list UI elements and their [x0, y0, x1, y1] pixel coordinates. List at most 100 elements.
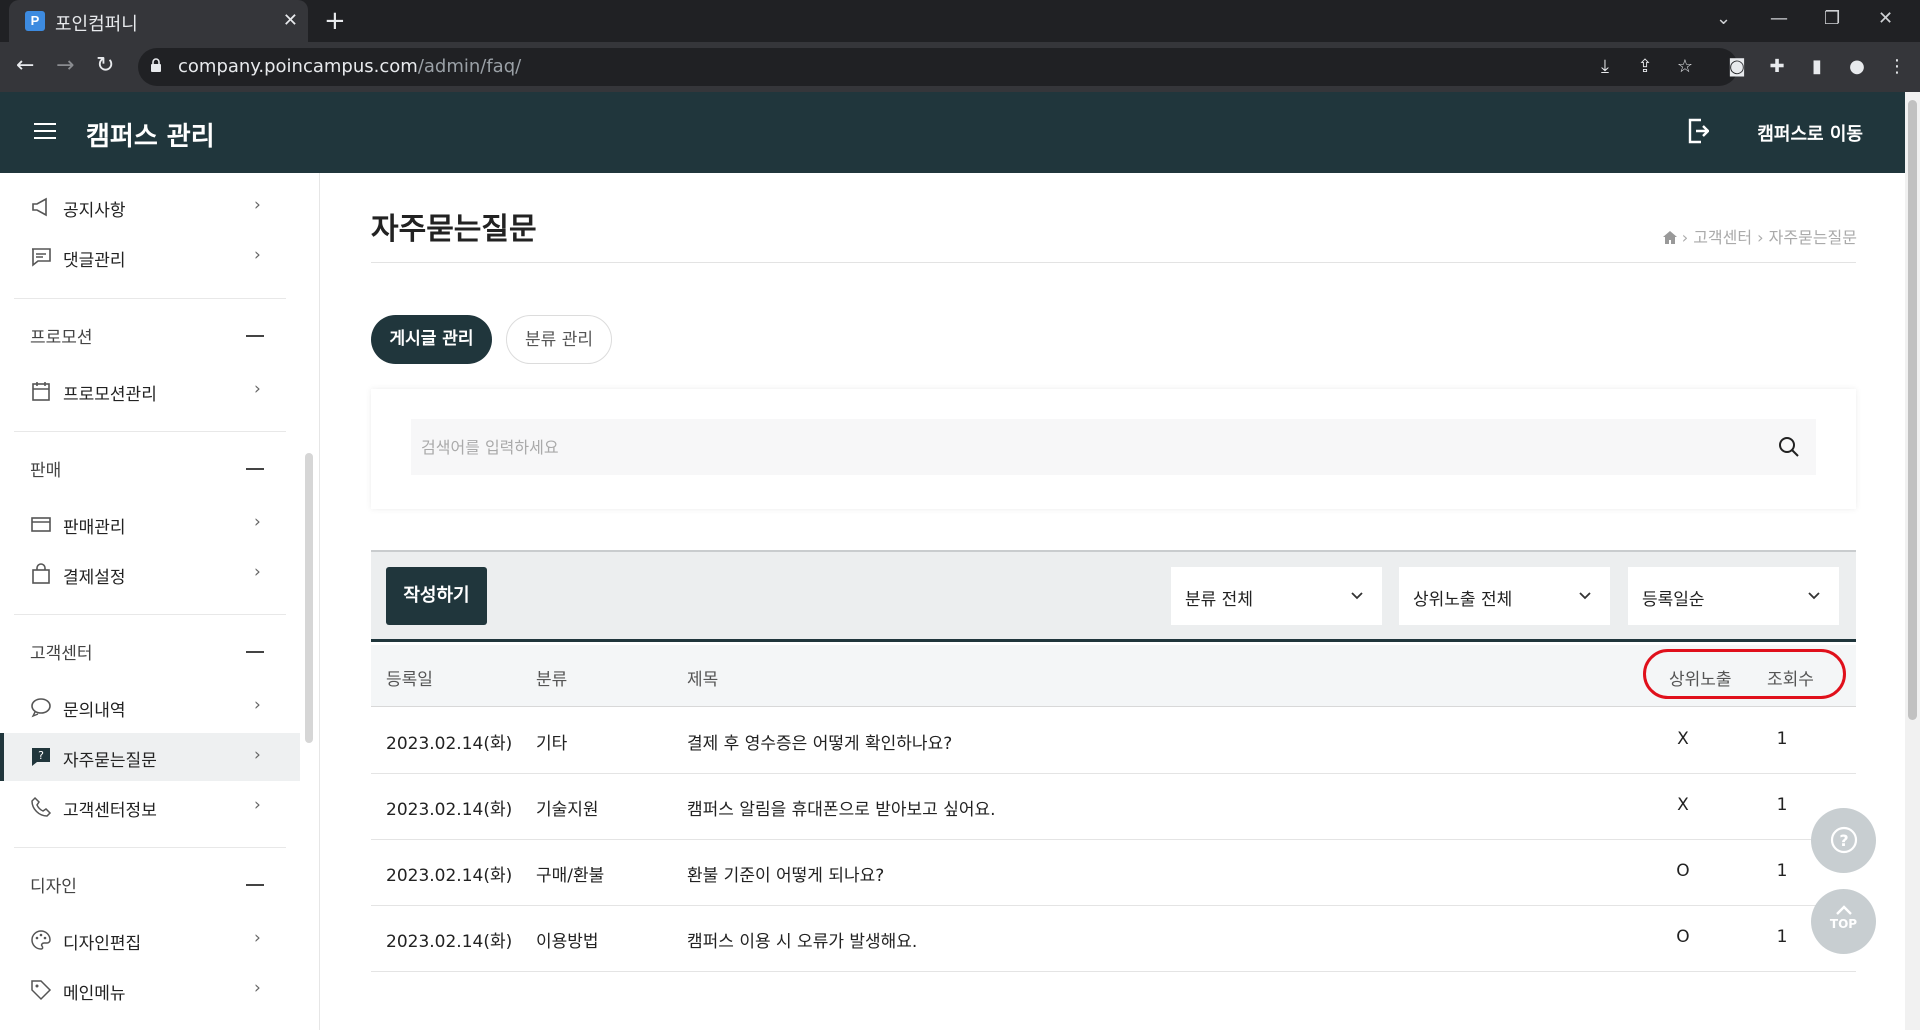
tab-posts[interactable]: 게시글 관리 [371, 315, 492, 364]
calendar-icon [32, 382, 50, 401]
svg-text:?: ? [38, 749, 44, 762]
exit-icon[interactable] [1687, 118, 1709, 144]
breadcrumb-item: 자주묻는질문 [1768, 228, 1857, 247]
hamburger-icon[interactable] [34, 123, 56, 141]
palette-icon [31, 930, 51, 950]
cell-top-exposure: O [1676, 861, 1690, 881]
sidebar-item-inquiries[interactable]: 문의내역 › [0, 683, 300, 731]
camera-icon[interactable]: ◙ [1726, 56, 1748, 78]
write-button[interactable]: 작성하기 [386, 567, 487, 625]
restore-icon[interactable]: ❐ [1824, 8, 1840, 29]
app-header: 캠퍼스 관리 캠퍼스로 이동 [0, 92, 1905, 173]
sidebar-item-design-edit[interactable]: 디자인편집 › [0, 916, 300, 964]
scrollbar-thumb[interactable] [1908, 100, 1917, 720]
cell-title[interactable]: 결제 후 영수증은 어떻게 확인하나요? [687, 729, 952, 754]
sidebar-group-promotion[interactable]: 프로모션 [30, 323, 93, 348]
page-scrollbar[interactable] [1905, 92, 1920, 1030]
table-row[interactable]: 2023.02.14(화) 이용방법 캠퍼스 이용 시 오류가 발생해요. O … [371, 906, 1856, 972]
tab-close-icon[interactable]: ✕ [283, 10, 298, 31]
chevron-right-icon: › [254, 512, 261, 532]
search-icon[interactable] [1777, 435, 1801, 459]
sidebar-item-label: 공지사항 [63, 201, 126, 221]
top-exposure-filter-select[interactable]: 상위노출 전체 [1399, 567, 1610, 625]
sidebar-item-sales-manage[interactable]: 판매관리 › [0, 500, 300, 548]
favicon-icon: P [25, 11, 45, 31]
table-row[interactable]: 2023.02.14(화) 구매/환불 환불 기준이 어떻게 되나요? O 1 [371, 840, 1856, 906]
side-panel-icon[interactable]: ▮ [1806, 56, 1828, 78]
minimize-icon[interactable]: — [1770, 8, 1788, 29]
cell-top-exposure: O [1676, 927, 1690, 947]
collapse-minus-icon[interactable] [246, 884, 264, 886]
chevron-up-icon [1835, 905, 1852, 915]
chevron-right-icon: › [254, 379, 261, 399]
chat-icon [31, 698, 51, 718]
table-row[interactable]: 2023.02.14(화) 기술지원 캠퍼스 알림을 휴대폰으로 받아보고 싶어… [371, 774, 1856, 840]
chevron-right-icon: › [254, 795, 261, 815]
install-icon[interactable]: ⤓ [1594, 56, 1616, 78]
cell-views: 1 [1776, 729, 1788, 749]
sidebar-scrollbar[interactable] [305, 453, 313, 743]
sidebar-item-comments[interactable]: 댓글관리 › [0, 233, 300, 281]
menu-kebab-icon[interactable]: ⋮ [1886, 56, 1908, 78]
forward-icon[interactable]: → [56, 53, 74, 78]
bookmark-star-icon[interactable]: ☆ [1674, 56, 1696, 78]
sort-select[interactable]: 등록일순 [1628, 567, 1839, 625]
cell-date: 2023.02.14(화) [386, 866, 513, 886]
sidebar-item-label: 자주묻는질문 [63, 751, 157, 771]
cell-title[interactable]: 캠퍼스 이용 시 오류가 발생해요. [687, 927, 917, 952]
collapse-minus-icon[interactable] [246, 335, 264, 337]
tab-title: 포인컴퍼니 [55, 14, 138, 35]
address-bar[interactable]: company.poincampus.com/admin/faq/ [138, 48, 1738, 86]
sidebar-group-design[interactable]: 디자인 [30, 872, 77, 897]
breadcrumb-item[interactable]: 고객센터 [1693, 228, 1752, 247]
help-button[interactable]: ? [1811, 808, 1876, 873]
collapse-minus-icon[interactable] [246, 651, 264, 653]
profile-icon[interactable]: ● [1846, 56, 1868, 78]
cell-views: 1 [1776, 927, 1788, 947]
new-tab-icon[interactable]: + [324, 6, 346, 36]
chevron-right-icon: › [254, 978, 261, 998]
cell-title[interactable]: 캠퍼스 알림을 휴대폰으로 받아보고 싶어요. [687, 795, 996, 820]
chevron-right-icon: › [254, 695, 261, 715]
table-row[interactable]: 2023.02.14(화) 기타 결제 후 영수증은 어떻게 확인하나요? X … [371, 708, 1856, 774]
sidebar-group-sales[interactable]: 판매 [30, 456, 61, 481]
browser-tab[interactable]: P 포인컴퍼니 ✕ [9, 0, 308, 42]
cell-date: 2023.02.14(화) [386, 734, 513, 754]
chevron-down-icon [1808, 592, 1820, 600]
collapse-minus-icon[interactable] [246, 468, 264, 470]
sidebar-item-promotion-manage[interactable]: 프로모션관리 › [0, 367, 300, 415]
sidebar-item-label: 결제설정 [63, 568, 126, 588]
scroll-top-button[interactable]: TOP [1811, 889, 1876, 954]
chevron-down-icon [1351, 592, 1363, 600]
sidebar-item-faq[interactable]: ? 자주묻는질문 › [0, 733, 300, 781]
page-title: 자주묻는질문 [371, 212, 537, 247]
cell-title[interactable]: 환불 기준이 어떻게 되나요? [687, 861, 884, 886]
sidebar-item-payment-settings[interactable]: 결제설정 › [0, 550, 300, 598]
home-icon[interactable] [1662, 230, 1678, 245]
app-title: 캠퍼스 관리 [86, 122, 215, 152]
column-header-date: 등록일 [386, 670, 433, 690]
sidebar: 공지사항 › 댓글관리 › 프로모션 프로모션관리 › 판매 판매관리 › 결제… [0, 173, 320, 1030]
sidebar-item-main-menu[interactable]: 메인메뉴 › [0, 966, 300, 1014]
divider [14, 614, 286, 615]
cell-category: 기타 [536, 734, 568, 754]
tab-search-icon[interactable]: ⌄ [1716, 8, 1731, 29]
sidebar-item-support-info[interactable]: 고객센터정보 › [0, 783, 300, 831]
card-icon [31, 517, 51, 532]
sidebar-item-label: 프로모션관리 [63, 385, 157, 405]
list-toolbar: 작성하기 분류 전체 상위노출 전체 등록일순 [371, 550, 1856, 642]
share-icon[interactable]: ⇪ [1634, 56, 1656, 78]
category-filter-select[interactable]: 분류 전체 [1171, 567, 1382, 625]
search-input[interactable] [411, 419, 1816, 475]
extensions-icon[interactable]: ✚ [1766, 56, 1788, 78]
cell-views: 1 [1776, 861, 1788, 881]
reload-icon[interactable]: ↻ [96, 53, 114, 78]
goto-campus-button[interactable]: 캠퍼스로 이동 [1757, 120, 1863, 146]
tab-categories[interactable]: 분류 관리 [506, 315, 612, 364]
chevron-right-icon: › [254, 195, 261, 215]
sidebar-group-support[interactable]: 고객센터 [30, 639, 93, 664]
window-close-icon[interactable]: ✕ [1878, 8, 1893, 29]
sidebar-item-notice[interactable]: 공지사항 › [0, 183, 300, 231]
back-icon[interactable]: ← [16, 53, 34, 78]
chevron-right-icon: › [254, 928, 261, 948]
